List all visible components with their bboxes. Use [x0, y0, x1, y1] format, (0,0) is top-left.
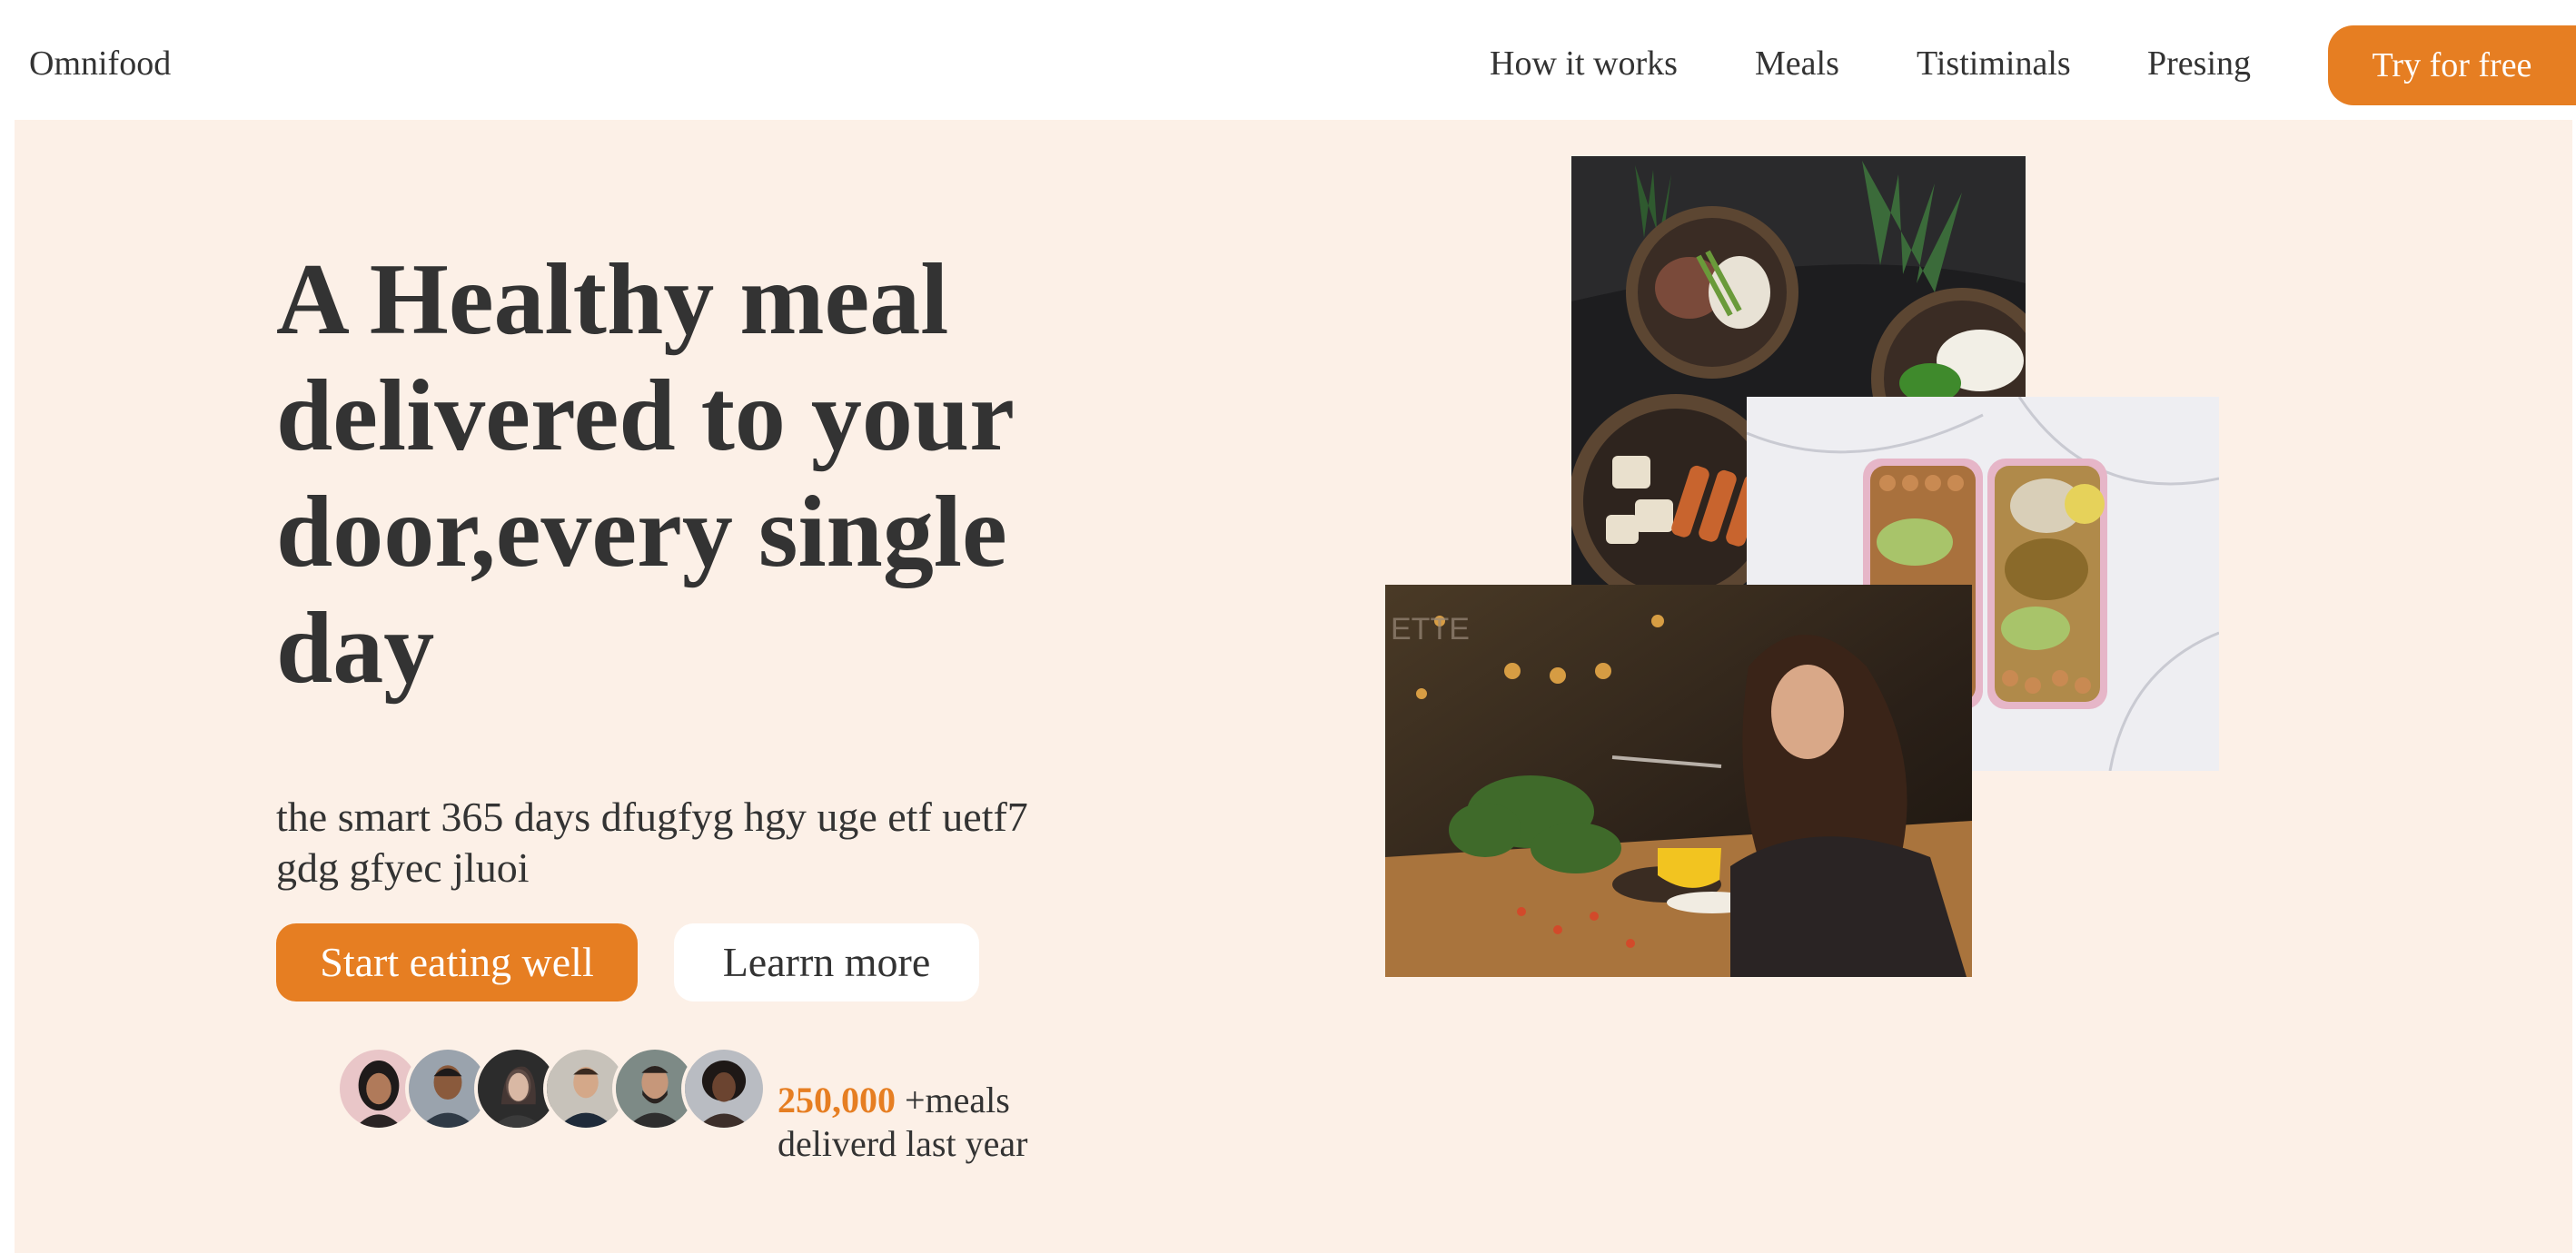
logo[interactable]: Omnifood	[29, 42, 171, 85]
hero-description: the smart 365 days dfugfyg hgy uge etf u…	[276, 794, 1028, 891]
hero-headline: A Healthy meal delivered to your door,ev…	[276, 243, 1013, 705]
nav-link-meals[interactable]: Meals	[1755, 42, 1839, 85]
site-header: Omnifood How it works Meals Tistiminals …	[0, 0, 2576, 120]
learn-more-button[interactable]: Learrn more	[674, 923, 979, 1001]
customer-avatar	[681, 1046, 767, 1131]
meals-delivered-text: 250,000 +meals deliverd last year	[778, 1079, 1050, 1166]
woman-eating-photo: ETTE	[1385, 585, 1972, 977]
nav-link-pricing[interactable]: Presing	[2147, 42, 2251, 85]
meals-delivered-count: 250,000	[778, 1080, 896, 1120]
hero-section: A Healthy meal delivered to your door,ev…	[15, 120, 2572, 1253]
start-eating-well-button[interactable]: Start eating well	[276, 923, 638, 1001]
customer-avatars	[336, 1046, 790, 1137]
try-for-free-button[interactable]: Try for free	[2328, 25, 2576, 105]
nav-link-testimonials[interactable]: Tistiminals	[1917, 42, 2071, 85]
nav-link-how-it-works[interactable]: How it works	[1490, 42, 1678, 85]
page: Omnifood How it works Meals Tistiminals …	[0, 0, 2576, 1253]
svg-text:ETTE: ETTE	[1391, 612, 1470, 646]
